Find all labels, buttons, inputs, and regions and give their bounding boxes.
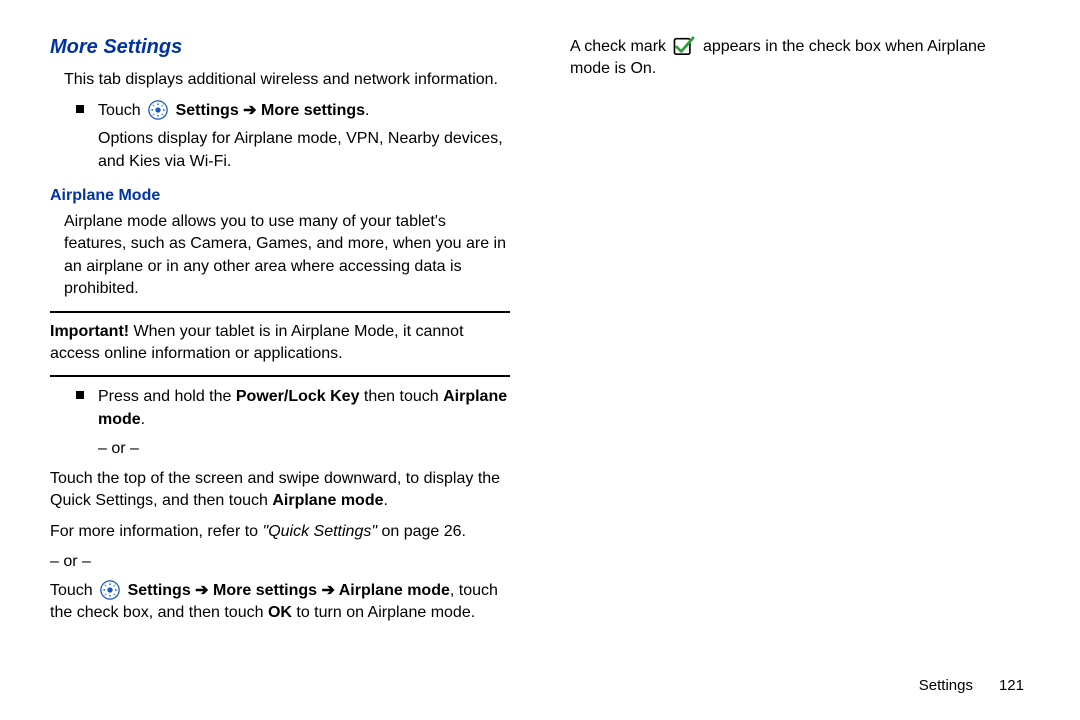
arrow-icon: ➔ bbox=[191, 582, 213, 599]
settings-gear-icon bbox=[100, 580, 120, 600]
text-bold: Settings bbox=[176, 102, 239, 119]
text: . bbox=[365, 102, 369, 119]
page-body: More Settings This tab displays addition… bbox=[0, 0, 1080, 686]
text-bold: Airplane mode bbox=[339, 582, 450, 599]
bullet-power-lock: Press and hold the Power/Lock Key then t… bbox=[76, 385, 510, 466]
quick-settings-swipe: Touch the top of the screen and swipe do… bbox=[50, 468, 510, 513]
airplane-intro: Airplane mode allows you to use many of … bbox=[50, 211, 510, 301]
text: A check mark bbox=[570, 38, 670, 55]
bullet-icon bbox=[76, 391, 84, 399]
checkmark-note: A check mark appears in the check box wh… bbox=[570, 36, 1030, 81]
divider bbox=[50, 311, 510, 313]
bullet-icon bbox=[76, 105, 84, 113]
divider bbox=[50, 375, 510, 377]
settings-gear-icon bbox=[148, 100, 168, 120]
text-bold: OK bbox=[268, 604, 292, 621]
text: Press and hold the bbox=[98, 388, 236, 405]
text-bold: Airplane mode bbox=[272, 492, 383, 509]
text: on page 26. bbox=[377, 523, 466, 540]
text-bold: Power/Lock Key bbox=[236, 388, 360, 405]
page-footer: Settings 121 bbox=[919, 677, 1024, 694]
text: Touch bbox=[50, 582, 97, 599]
or-separator: – or – bbox=[98, 438, 510, 460]
important-label: Important! bbox=[50, 323, 134, 340]
reference-italic: "Quick Settings" bbox=[263, 523, 378, 540]
refer-quick-settings: For more information, refer to "Quick Se… bbox=[50, 521, 510, 543]
text: Options display for Airplane mode, VPN, … bbox=[98, 130, 503, 170]
text: to turn on Airplane mode. bbox=[292, 604, 475, 621]
footer-page-number: 121 bbox=[999, 677, 1024, 694]
arrow-icon: ➔ bbox=[239, 102, 261, 119]
text: then touch bbox=[359, 388, 443, 405]
subsection-title-airplane-mode: Airplane Mode bbox=[50, 187, 510, 205]
intro-paragraph: This tab displays additional wireless an… bbox=[50, 69, 510, 91]
or-separator: – or – bbox=[50, 551, 510, 573]
text-bold: More settings bbox=[261, 102, 365, 119]
important-note: Important! When your tablet is in Airpla… bbox=[50, 321, 510, 366]
text-bold: More settings bbox=[213, 582, 317, 599]
arrow-icon: ➔ bbox=[317, 582, 339, 599]
text-bold: Settings bbox=[128, 582, 191, 599]
bullet-touch-settings: Touch Setti bbox=[76, 99, 510, 173]
text: Touch bbox=[98, 102, 145, 119]
touch-settings-path: Touch Settings ➔ More settings ➔ Airplan… bbox=[50, 580, 510, 625]
checkmark-icon bbox=[673, 36, 695, 56]
text: For more information, refer to bbox=[50, 523, 263, 540]
text: . bbox=[384, 492, 388, 509]
section-title-more-settings: More Settings bbox=[50, 36, 510, 59]
text: . bbox=[141, 411, 145, 428]
footer-section-label: Settings bbox=[919, 677, 973, 694]
